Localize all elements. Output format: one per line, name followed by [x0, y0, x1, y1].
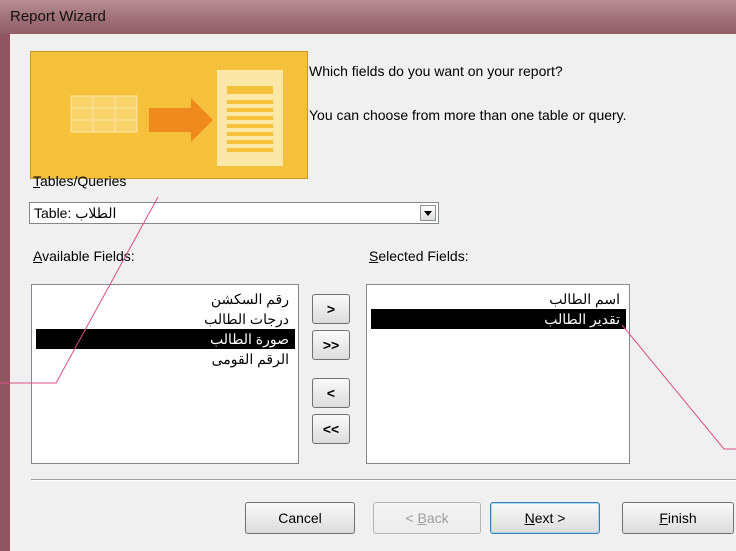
list-item[interactable]: اسم الطالب — [371, 289, 626, 309]
selected-fields-label: Selected Fields: — [369, 248, 469, 264]
next-button[interactable]: Next > — [490, 502, 600, 534]
add-all-fields-button[interactable]: >> — [312, 330, 350, 360]
intro-question: Which fields do you want on your report? — [309, 63, 563, 79]
dropdown-arrow-button[interactable] — [420, 205, 436, 221]
list-item[interactable]: درجات الطالب — [36, 309, 295, 329]
wizard-illustration-icon — [30, 51, 308, 179]
cancel-button[interactable]: Cancel — [245, 502, 355, 534]
list-item-selected[interactable]: تقدير الطالب — [371, 309, 626, 329]
selected-fields-list[interactable]: اسم الطالب تقدير الطالب — [366, 284, 630, 464]
list-item-selected[interactable]: صورة الطالب — [36, 329, 295, 349]
intro-hint: You can choose from more than one table … — [309, 107, 627, 123]
list-item[interactable]: رقم السكشن — [36, 289, 295, 309]
add-field-button[interactable]: > — [312, 294, 350, 324]
separator — [31, 479, 736, 481]
back-button[interactable]: < Back — [373, 502, 481, 534]
tables-queries-value: Table: الطلاب — [34, 205, 117, 221]
tables-queries-dropdown[interactable]: Table: الطلاب — [29, 202, 439, 224]
remove-all-fields-button[interactable]: << — [312, 414, 350, 444]
available-fields-list[interactable]: رقم السكشن درجات الطالب صورة الطالب الرق… — [31, 284, 299, 464]
title-bar[interactable]: Report Wizard — [0, 0, 736, 34]
finish-button[interactable]: Finish — [622, 502, 734, 534]
chevron-down-icon — [424, 211, 432, 216]
window-title: Report Wizard — [10, 8, 106, 25]
tables-queries-label: Tables/Queries — [33, 173, 127, 189]
remove-field-button[interactable]: < — [312, 378, 350, 408]
dialog-body: Which fields do you want on your report?… — [10, 34, 736, 551]
available-fields-label: Available Fields: — [33, 248, 135, 264]
list-item[interactable]: الرقم القومى — [36, 349, 295, 369]
